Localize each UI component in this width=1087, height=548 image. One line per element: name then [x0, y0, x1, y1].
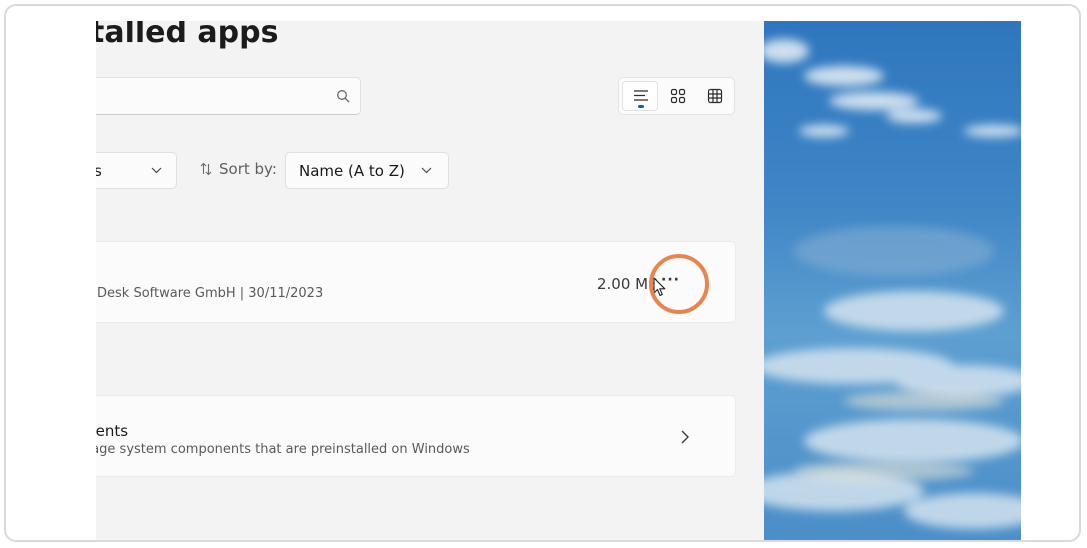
sky-wallpaper-image: [764, 21, 1021, 540]
tile-view-button[interactable]: [697, 81, 733, 111]
sort-label: Sort by:: [219, 160, 277, 178]
system-components-description: anage system components that are preinst…: [96, 442, 470, 457]
click-highlight-ring: [649, 254, 709, 314]
app-list-item[interactable]: Desk Software GmbH | 30/11/2023 2.00 MB …: [96, 241, 736, 323]
sort-dropdown[interactable]: Name (A to Z): [285, 152, 449, 189]
app-publisher-date: Desk Software GmbH | 30/11/2023: [97, 286, 324, 301]
filter-dropdown[interactable]: s: [96, 152, 177, 189]
sort-label-group: Sort by:: [199, 160, 277, 178]
grid-view-button[interactable]: [660, 81, 696, 111]
grid-icon: [670, 88, 686, 104]
chevron-down-icon: [151, 167, 162, 174]
screen: talled apps Sort by: Name (A to Z) Desk …: [96, 21, 1021, 540]
search-icon: [337, 90, 350, 103]
page-title: talled apps: [96, 21, 279, 50]
filter-value: s: [96, 162, 102, 180]
screenshot-frame: talled apps Sort by: Name (A to Z) Desk …: [4, 4, 1081, 542]
system-components-title: onents: [96, 422, 129, 440]
system-components-row[interactable]: onents anage system components that are …: [96, 395, 736, 477]
desktop-wallpaper: [764, 21, 1021, 540]
sort-icon: [200, 162, 212, 176]
list-view-button[interactable]: [622, 81, 658, 111]
search-input[interactable]: [96, 77, 361, 115]
settings-pane: talled apps Sort by: Name (A to Z) Desk …: [96, 21, 764, 540]
list-icon: [634, 90, 648, 101]
tile-icon: [707, 88, 723, 104]
view-mode-toggle: [618, 77, 735, 115]
chevron-down-icon: [421, 167, 432, 174]
sort-value: Name (A to Z): [299, 162, 405, 180]
selected-indicator: [638, 105, 644, 108]
chevron-right-icon: [681, 430, 689, 444]
